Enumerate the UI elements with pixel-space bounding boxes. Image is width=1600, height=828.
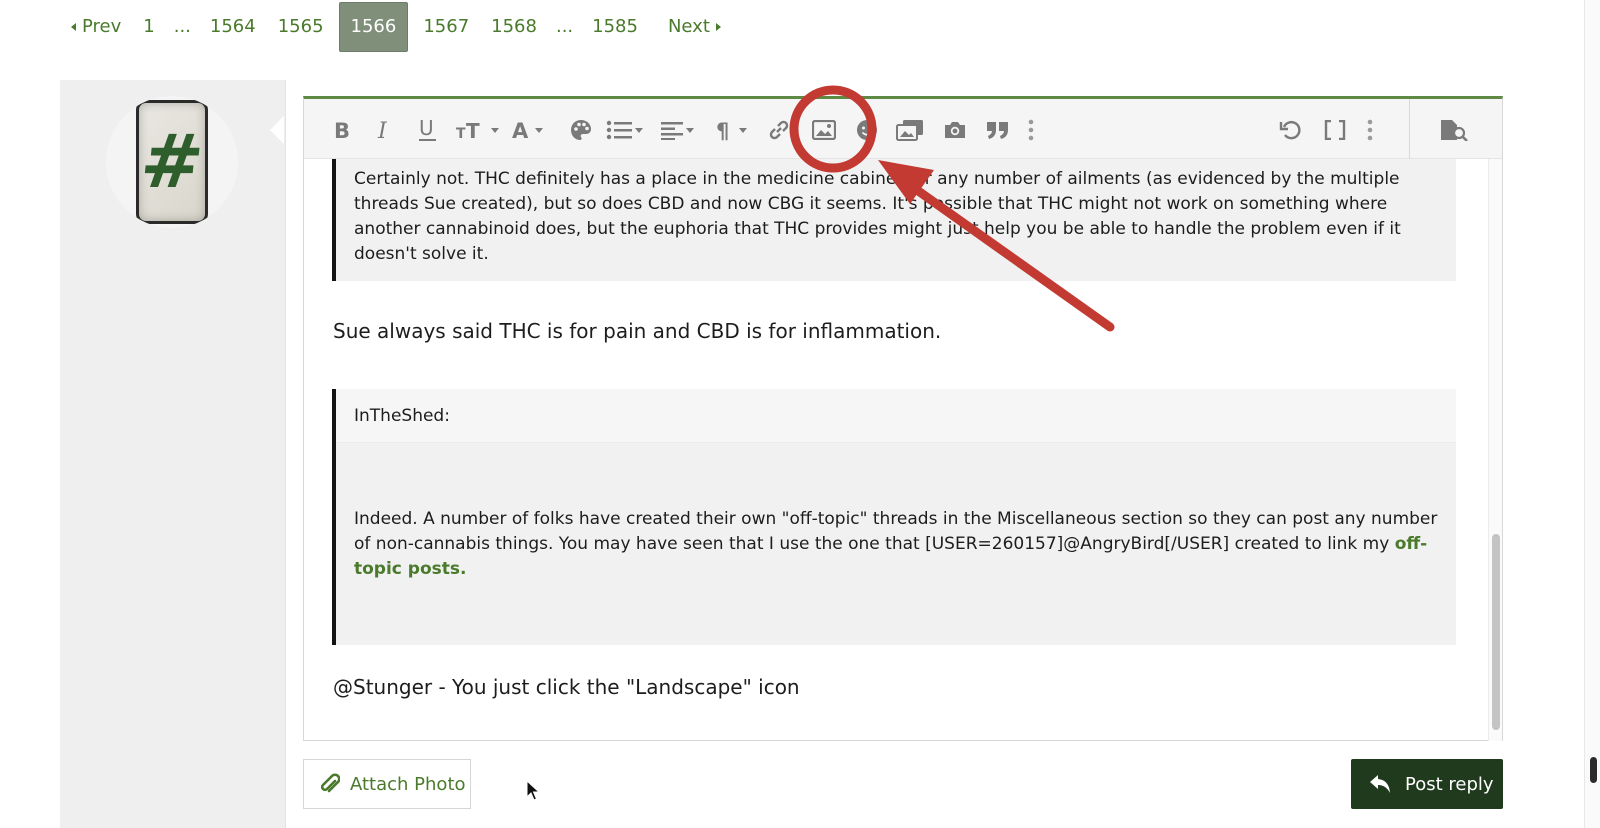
avatar-hash-tile: # (136, 100, 208, 224)
editor-scrollbar[interactable] (1488, 159, 1502, 741)
editor-pointer (270, 116, 284, 144)
hash-icon: # (136, 119, 208, 205)
page-ellipsis: ... (173, 16, 191, 37)
smilie-icon[interactable] (856, 113, 878, 147)
page-scroll-thumb[interactable] (1590, 757, 1597, 783)
attach-photo-label: Attach Photo (350, 773, 466, 795)
prev-label: Prev (82, 16, 122, 37)
underline-icon[interactable]: U (417, 113, 439, 147)
font-family-icon[interactable]: A (512, 113, 543, 147)
svg-text:¶: ¶ (716, 119, 729, 141)
page-link-1567[interactable]: 1567 (412, 2, 480, 52)
mouse-cursor-icon (526, 780, 540, 801)
post-reply-label: Post reply (1405, 773, 1494, 795)
reply-editor[interactable]: B I U TT A ¶ Certainly not. THC definite… (303, 96, 1503, 741)
caret-down-icon (635, 127, 643, 133)
editor-content[interactable]: Certainly not. THC definitely has a plac… (304, 159, 1490, 741)
caret-down-icon (686, 127, 694, 133)
next-page-link[interactable]: Next (657, 2, 732, 52)
post-reply-button[interactable]: Post reply (1351, 759, 1503, 809)
caret-down-icon (535, 127, 543, 133)
bbcode-toggle-icon[interactable] (1324, 113, 1346, 147)
camera-icon[interactable] (943, 113, 967, 147)
editor-toolbar: B I U TT A ¶ (304, 99, 1502, 159)
quote-text: Indeed. A number of folks have created t… (336, 443, 1456, 582)
chevron-right-icon (715, 23, 721, 31)
undo-icon[interactable] (1279, 113, 1301, 147)
page-link-1565[interactable]: 1565 (267, 2, 335, 52)
page-link-1568[interactable]: 1568 (480, 2, 548, 52)
more-options-icon[interactable] (1367, 113, 1373, 147)
paperclip-icon (320, 773, 340, 793)
chevron-left-icon (71, 23, 76, 31)
quote-author: InTheShed: (336, 389, 1456, 443)
font-size-icon[interactable]: TT (456, 113, 499, 147)
quote-icon[interactable] (986, 113, 1010, 147)
pagination: Prev 1 ... 1564 1565 1566 1567 1568 ... … (60, 0, 732, 54)
page-ellipsis: ... (555, 16, 574, 37)
editor-scroll-thumb[interactable] (1492, 534, 1500, 730)
italic-icon[interactable]: I (374, 113, 394, 147)
reply-arrow-icon (1370, 775, 1390, 793)
quote-block: InTheShed: Indeed. A number of folks hav… (332, 389, 1456, 645)
color-palette-icon[interactable] (569, 113, 593, 147)
svg-text:A: A (512, 119, 529, 141)
svg-text:I: I (377, 119, 388, 141)
insert-image-icon[interactable] (812, 113, 836, 147)
caret-down-icon (491, 127, 499, 133)
user-column: # (60, 80, 286, 828)
svg-text:B: B (334, 119, 350, 141)
paragraph-icon[interactable]: ¶ (716, 113, 747, 147)
quote-text: Certainly not. THC definitely has a plac… (354, 169, 1401, 264)
preview-icon[interactable] (1439, 113, 1469, 147)
avatar[interactable]: # (106, 96, 238, 228)
page-link-1585[interactable]: 1585 (581, 2, 649, 52)
attach-photo-button[interactable]: Attach Photo (303, 759, 471, 809)
bold-icon[interactable]: B (332, 113, 352, 147)
page-scrollbar[interactable] (1584, 0, 1600, 828)
prev-page-link[interactable]: Prev (60, 2, 132, 52)
more-icon[interactable] (1028, 113, 1034, 147)
list-icon[interactable] (606, 113, 643, 147)
quote-body: Indeed. A number of folks have created t… (354, 509, 1438, 554)
svg-text:T: T (456, 126, 466, 141)
next-label: Next (667, 16, 710, 37)
page-link-current[interactable]: 1566 (338, 2, 409, 52)
gallery-icon[interactable] (896, 113, 924, 147)
align-icon[interactable] (661, 113, 694, 147)
svg-text:T: T (466, 119, 480, 141)
quote-block: Certainly not. THC definitely has a plac… (332, 159, 1456, 281)
caret-down-icon (739, 127, 747, 133)
link-icon[interactable] (768, 113, 790, 147)
reply-text-line: Sue always said THC is for pain and CBD … (333, 319, 942, 343)
svg-text:U: U (419, 118, 434, 140)
page-link-1564[interactable]: 1564 (199, 2, 267, 52)
page-link-1[interactable]: 1 (132, 2, 165, 52)
reply-text-line: @Stunger - You just click the "Landscape… (333, 675, 800, 699)
toolbar-divider (1409, 99, 1410, 159)
